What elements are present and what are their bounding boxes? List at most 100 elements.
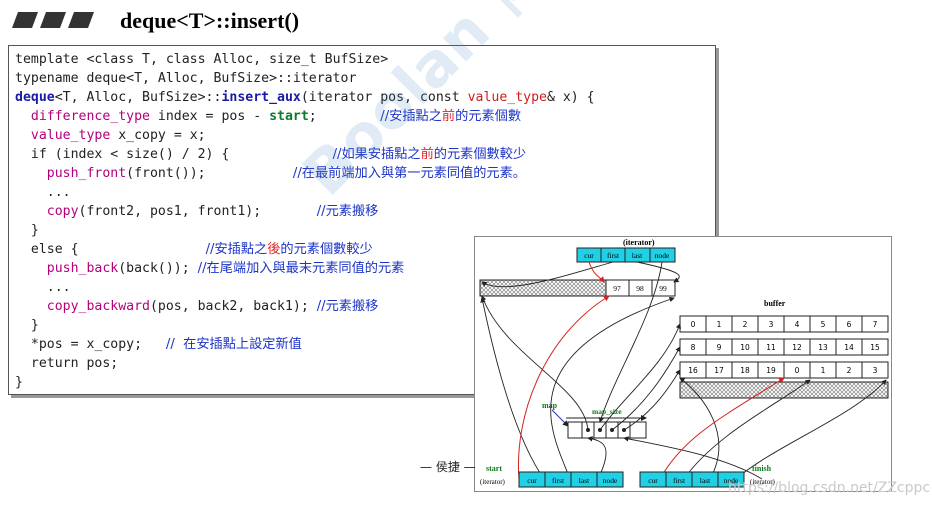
code-comment: //安插點之後的元素個數較少 xyxy=(206,242,373,257)
code-token: push_front xyxy=(46,166,127,181)
map-label: map xyxy=(542,401,558,410)
buffer-value: 10 xyxy=(740,343,750,352)
iter-cell-label: last xyxy=(632,251,643,260)
slash-decoration-icon xyxy=(12,12,94,28)
code-line: ... xyxy=(15,185,71,200)
code-token: copy_backward xyxy=(46,299,150,314)
code-token: & x) { xyxy=(546,90,595,105)
iter-cell-label: first xyxy=(607,251,620,260)
code-token: copy xyxy=(46,204,79,219)
code-line: } xyxy=(15,318,39,333)
iter-cell-label: first xyxy=(673,476,686,485)
start-label: start xyxy=(486,464,502,473)
iter-cell-label: last xyxy=(579,476,590,485)
code-line: template <class T, class Alloc, size_t B… xyxy=(15,52,389,67)
code-token: <T, Alloc, BufSize>:: xyxy=(54,90,222,105)
comment-text: 的元素個數較少 xyxy=(280,242,373,257)
code-token: (front()); xyxy=(126,166,206,181)
code-line: } xyxy=(15,375,23,390)
top-buffer: 97 98 99 xyxy=(479,279,676,297)
finish-label: finish xyxy=(752,464,772,473)
buffer-row-4-empty xyxy=(679,381,889,399)
code-token: else { xyxy=(15,242,79,257)
buffer-value: 97 xyxy=(613,284,621,293)
code-token: difference_type xyxy=(30,109,150,124)
top-iterator: cur first last node xyxy=(576,247,676,263)
deque-diagram: (iterator) cur first last node 97 98 99 … xyxy=(474,236,892,492)
code-comment: //元素搬移 xyxy=(316,299,379,314)
iter-cell-label: node xyxy=(655,251,670,260)
buffer-value: 0 xyxy=(795,366,800,375)
code-token: deque xyxy=(15,90,55,105)
buffer-value: 19 xyxy=(766,366,776,375)
buffer-value: 6 xyxy=(847,320,852,329)
iter-cell-label: node xyxy=(603,476,618,485)
buffer-row-3: 16 17 18 19 0 1 2 3 xyxy=(679,361,889,379)
buffer-value: 7 xyxy=(873,320,878,329)
buffer-value: 98 xyxy=(636,284,644,293)
buffer-value: 12 xyxy=(792,343,802,352)
code-token: (front2, pos1, front1); xyxy=(78,204,262,219)
buffer-value: 18 xyxy=(740,366,750,375)
comment-text: 的元素個數較少 xyxy=(433,147,527,162)
comment-text: 後 xyxy=(267,242,281,257)
comment-text: 的元素個數 xyxy=(455,109,522,124)
code-line: typename deque<T, Alloc, BufSize>::itera… xyxy=(15,71,357,86)
buffer-value: 1 xyxy=(821,366,826,375)
code-token: insert_aux xyxy=(221,90,301,105)
buffer-value: 11 xyxy=(766,343,776,352)
code-comment: // 在安插點上設定新值 xyxy=(165,337,302,352)
code-token: *pos = x_copy; xyxy=(15,337,143,352)
code-comment: //元素搬移 xyxy=(316,204,379,219)
code-token: index = pos - xyxy=(149,109,270,124)
author-label: — 侯捷 — xyxy=(420,460,476,474)
code-line: ... xyxy=(15,280,71,295)
buffer-value: 3 xyxy=(873,366,878,375)
page-title: deque<T>::insert() xyxy=(120,8,300,33)
buffer-value: 17 xyxy=(714,366,724,375)
watermark-url: https://blog.csdn.net/ZZcppc xyxy=(728,480,931,496)
code-token: if (index < size() / 2) { xyxy=(15,147,230,162)
code-token: x_copy = x; xyxy=(110,128,206,143)
buffer-value: 0 xyxy=(691,320,696,329)
code-token: value_type xyxy=(30,128,111,143)
code-token: (back()); xyxy=(118,261,190,276)
iter-cell-label: cur xyxy=(648,476,658,485)
iter-cell-label: cur xyxy=(527,476,537,485)
buffer-value: 13 xyxy=(818,343,828,352)
comment-text: //安插點之 xyxy=(205,242,268,257)
buffer-value: 1 xyxy=(717,320,722,329)
comment-text: 前 xyxy=(420,147,434,162)
buffer-value: 2 xyxy=(847,366,852,375)
buffer-value: 2 xyxy=(743,320,748,329)
iter-cell-label: cur xyxy=(584,251,594,260)
buffer-value: 99 xyxy=(659,284,667,293)
code-token: start xyxy=(269,109,309,124)
code-token: value_type xyxy=(467,90,547,105)
buffer-value: 14 xyxy=(844,343,854,352)
buffer-row-1: 0 1 2 3 4 5 6 7 xyxy=(679,315,889,333)
code-line: return pos; xyxy=(15,356,119,371)
buffer-value: 4 xyxy=(795,320,800,329)
buffer-value: 16 xyxy=(688,366,698,375)
buffer-row-2: 8 9 10 11 12 13 14 15 xyxy=(679,338,889,356)
iter-cell-label: last xyxy=(700,476,711,485)
code-token: (pos, back2, back1); xyxy=(149,299,309,314)
code-token: push_back xyxy=(46,261,119,276)
code-comment: //在尾端加入與最末元素同值的元素 xyxy=(197,261,405,276)
start-sub-label: (iterator) xyxy=(480,478,506,486)
buffer-value: 9 xyxy=(717,343,722,352)
iterator-label: (iterator) xyxy=(623,238,655,247)
buffer-label: buffer xyxy=(764,299,786,308)
code-line: } xyxy=(15,223,39,238)
map-array xyxy=(567,421,647,439)
buffer-value: 15 xyxy=(870,343,880,352)
buffer-value: 5 xyxy=(821,320,826,329)
buffer-value: 8 xyxy=(691,343,696,352)
start-iterator: cur first last node xyxy=(518,471,624,488)
